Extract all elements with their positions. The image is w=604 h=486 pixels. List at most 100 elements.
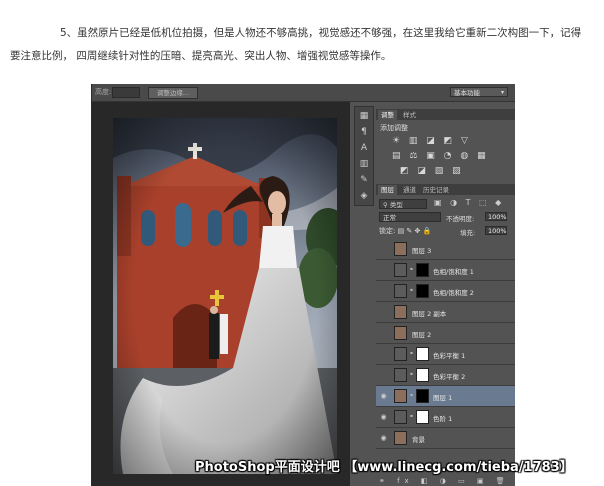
layer-name: 色彩平衡 1	[433, 352, 466, 360]
adjustment-thumbnail	[394, 368, 407, 382]
adjustment-icons-row-2[interactable]: ▤ ⚖ ▣ ◔ ◍ ▦	[392, 151, 489, 161]
layer-row[interactable]: ⚭ 色彩平衡 1	[376, 344, 515, 365]
layer-name: 色相/饱和度 2	[433, 289, 474, 297]
layer-name: 背景	[412, 436, 425, 444]
mask-thumbnail	[416, 284, 429, 298]
article-text: 5、虽然原片已经是低机位拍摄，但是人物还不够高挑，视觉感还不够强，在这里我给它重…	[10, 22, 596, 68]
layer-thumbnail	[394, 305, 407, 319]
opacity-label: 不透明度:	[446, 215, 475, 223]
brush-icon[interactable]: ✎	[358, 175, 370, 185]
layer-thumbnail	[394, 326, 407, 340]
character-icon[interactable]: A	[358, 143, 370, 153]
adjustment-thumbnail	[394, 347, 407, 361]
paragraph-icon[interactable]: ¶	[358, 127, 370, 137]
eye-icon[interactable]: ◉	[379, 392, 388, 401]
opacity-input[interactable]: 100%	[485, 212, 507, 221]
adjustment-icons-row-1[interactable]: ☀ ▥ ◪ ◩ ▽	[392, 136, 471, 146]
blend-mode-select[interactable]: 正常	[379, 212, 441, 222]
layer-row[interactable]: ⚭ 色相/饱和度 1	[376, 260, 515, 281]
adjustments-title: 添加调整	[380, 124, 408, 132]
mask-thumbnail	[416, 368, 429, 382]
visibility-toggle[interactable]	[379, 308, 388, 317]
tab-adjustments[interactable]: 调整	[378, 110, 397, 120]
layer-name: 图层 3	[412, 247, 432, 255]
wedding-photo-image	[113, 118, 337, 474]
visibility-toggle[interactable]	[379, 287, 388, 296]
lock-label: 锁定:	[379, 227, 396, 235]
mask-thumbnail	[416, 263, 429, 277]
link-icon: ⚭	[409, 392, 415, 399]
layer-name: 图层 2 副本	[412, 310, 447, 318]
adjustment-thumbnail	[394, 263, 407, 277]
article-line-1: 5、虽然原片已经是低机位拍摄，但是人物还不够高挑，视觉感还不够强，在这里我给它重…	[60, 27, 582, 39]
mask-thumbnail	[416, 410, 429, 424]
layer-kind-filter[interactable]: ⚲ 类型	[379, 199, 427, 209]
layer-row[interactable]: 图层 2 副本	[376, 302, 515, 323]
workspace-label: 基本功能	[454, 89, 480, 97]
visibility-toggle[interactable]	[379, 266, 388, 275]
tab-channels[interactable]: 通道	[400, 185, 419, 195]
lock-row: 锁定: ▤ ✎ ✥ 🔒	[379, 226, 431, 236]
link-icon: ⚭	[409, 371, 415, 378]
document-canvas[interactable]	[92, 102, 350, 486]
layer-row[interactable]: ◉ ⚭ 色阶 1	[376, 407, 515, 428]
search-icon: ⚲	[383, 201, 390, 209]
layers-panel: 图层 通道 历史记录 ⚲ 类型 ▣ ◑ T ⬚ ◆ 正常 不透明度: 100% …	[376, 184, 515, 486]
photoshop-screenshot: 高度: 调整边缘... 基本功能 ▾ ▦ ¶ A ▥ ✎ ◈ 调整 样式 添加调…	[91, 84, 515, 486]
refine-edge-button[interactable]: 调整边缘...	[148, 87, 198, 99]
layer-name: 图层 1	[433, 394, 453, 402]
adjustment-thumbnail	[394, 284, 407, 298]
layer-row-selected[interactable]: ◉ ⚭ 图层 1	[376, 386, 515, 407]
layer-row[interactable]: ◉ 背景	[376, 428, 515, 449]
link-icon: ⚭	[409, 413, 415, 420]
lock-icons[interactable]: ▤ ✎ ✥ 🔒	[398, 227, 432, 235]
layer-actions-bar[interactable]: ⚭ fx ◧ ◑ ▭ ▣ 🗑	[379, 477, 510, 485]
mask-thumbnail	[416, 389, 429, 403]
layer-row[interactable]: 图层 2	[376, 323, 515, 344]
kind-filter-icons[interactable]: ▣ ◑ T ⬚ ◆	[434, 198, 504, 207]
adjustments-tabs: 调整 样式	[376, 109, 515, 120]
adjustment-icons-row-3[interactable]: ◩ ◪ ▧ ▨	[400, 166, 464, 176]
layer-name: 色彩平衡 2	[433, 373, 466, 381]
layer-row[interactable]: 图层 3	[376, 239, 515, 260]
kind-label: 类型	[389, 201, 403, 209]
height-input[interactable]	[112, 87, 140, 98]
layer-thumbnail	[394, 242, 407, 256]
layer-name: 色阶 1	[433, 415, 453, 423]
panel-icon-strip: ▦ ¶ A ▥ ✎ ◈	[354, 106, 374, 206]
mask-thumbnail	[416, 347, 429, 361]
article-line-2: 要注意比例， 四周继续针对性的压暗、提亮高光、突出人物、增强视觉感等操作。	[10, 50, 392, 62]
workspace-select[interactable]: 基本功能 ▾	[450, 87, 508, 97]
adjustment-thumbnail	[394, 410, 407, 424]
layer-thumbnail	[394, 431, 407, 445]
options-bar: 高度: 调整边缘... 基本功能 ▾	[92, 84, 515, 102]
tool-presets-icon[interactable]: ◈	[358, 191, 370, 201]
wedding-photo	[113, 118, 337, 474]
layer-name: 色相/饱和度 1	[433, 268, 474, 276]
tab-styles[interactable]: 样式	[400, 110, 419, 120]
visibility-toggle[interactable]	[379, 350, 388, 359]
visibility-toggle[interactable]	[379, 245, 388, 254]
eye-icon[interactable]: ◉	[379, 413, 388, 422]
tab-history[interactable]: 历史记录	[420, 185, 452, 195]
height-label: 高度:	[95, 88, 112, 96]
layer-list: 图层 3 ⚭ 色相/饱和度 1 ⚭ 色相/饱和度 2 图层 2 副本 图层 2 …	[376, 239, 515, 471]
fill-label: 填充:	[460, 229, 476, 237]
layers-tabs: 图层 通道 历史记录	[376, 184, 515, 195]
eye-icon[interactable]: ◉	[379, 434, 388, 443]
layer-row[interactable]: ⚭ 色相/饱和度 2	[376, 281, 515, 302]
link-icon: ⚭	[409, 287, 415, 294]
visibility-toggle[interactable]	[379, 371, 388, 380]
layer-name: 图层 2	[412, 331, 432, 339]
fill-input[interactable]: 100%	[485, 226, 507, 235]
link-icon: ⚭	[409, 350, 415, 357]
link-icon: ⚭	[409, 266, 415, 273]
watermark: PhotoShop平面设计吧 【www.linecg.com/tieba/178…	[195, 460, 573, 475]
swatches-icon[interactable]: ▥	[358, 159, 370, 169]
chevron-down-icon: ▾	[500, 89, 504, 96]
layer-row[interactable]: ⚭ 色彩平衡 2	[376, 365, 515, 386]
visibility-toggle[interactable]	[379, 329, 388, 338]
history-icon[interactable]: ▦	[358, 111, 370, 121]
tab-layers[interactable]: 图层	[378, 185, 397, 195]
layer-thumbnail	[394, 389, 407, 403]
